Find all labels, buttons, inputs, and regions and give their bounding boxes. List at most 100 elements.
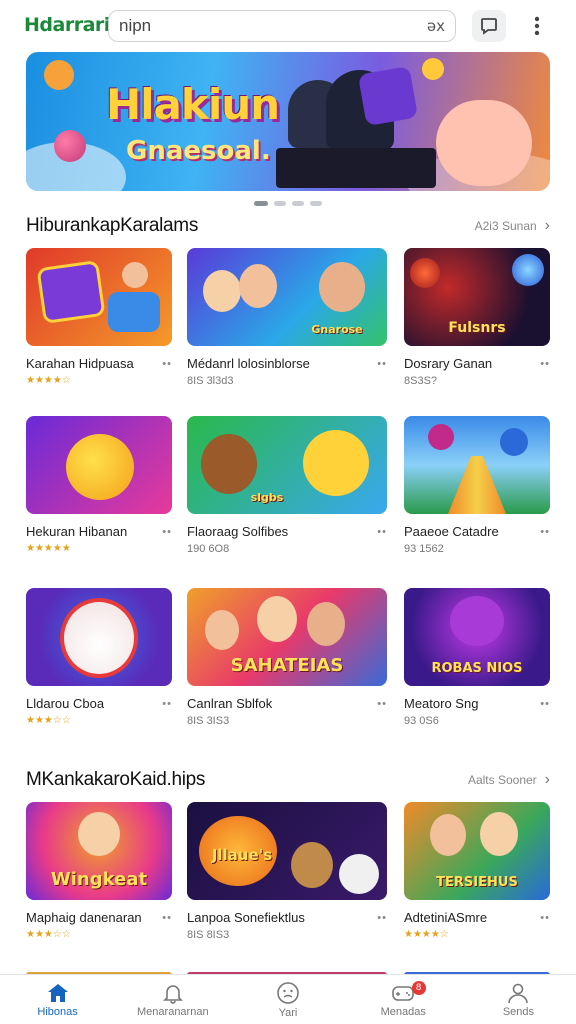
game-card[interactable]: TERSIEHUS AdtetiniASmre •• ★★★★☆ — [404, 802, 550, 940]
search-input[interactable] — [119, 16, 427, 36]
nav-home[interactable]: Hibonas — [0, 975, 115, 1024]
thumb-character — [307, 602, 345, 646]
thumb-character — [430, 814, 466, 856]
thumb-character — [319, 262, 365, 312]
chevron-right-icon: › — [544, 217, 550, 234]
more-icon[interactable]: •• — [162, 526, 172, 538]
more-icon[interactable]: •• — [162, 912, 172, 924]
hero-banner[interactable]: Hlakiun Gnaesoal. — [26, 52, 550, 191]
game-thumbnail[interactable]: Wingkeat — [26, 802, 172, 900]
thumb-orb — [428, 424, 454, 450]
more-options-button[interactable] — [520, 10, 554, 42]
more-icon[interactable]: •• — [540, 698, 550, 710]
more-icon[interactable]: •• — [377, 698, 387, 710]
banner-orb — [44, 60, 74, 90]
more-icon[interactable]: •• — [377, 526, 387, 538]
more-vert-icon — [534, 16, 540, 36]
more-icon[interactable]: •• — [377, 912, 387, 924]
nav-games[interactable]: 8 Menadas — [346, 975, 461, 1024]
game-thumbnail[interactable] — [26, 588, 172, 686]
game-name: Karahan Hidpuasa — [26, 356, 134, 371]
more-icon[interactable]: •• — [540, 526, 550, 538]
game-meta: 190 6O8 — [187, 543, 230, 555]
rating-stars: ★★★☆☆ — [26, 715, 71, 726]
nav-label: Menaranarnan — [137, 1005, 209, 1018]
more-icon[interactable]: •• — [162, 698, 172, 710]
notification-badge: 8 — [411, 981, 426, 995]
game-card[interactable]: Gnarose Médanrl lolosinblorse •• 8IS 3l3… — [187, 248, 387, 387]
game-thumbnail[interactable]: SAHATEIAS — [187, 588, 387, 686]
thumb-art — [108, 292, 160, 332]
rating-stars: ★★★☆☆ — [26, 929, 71, 940]
game-card[interactable]: Wingkeat Maphaig danenaran •• ★★★☆☆ — [26, 802, 172, 940]
thumb-title: Fulsnrs — [448, 320, 506, 336]
more-icon[interactable]: •• — [540, 358, 550, 370]
game-card[interactable]: slgbs Flaoraag Solfibes •• 190 6O8 — [187, 416, 387, 555]
game-name: Médanrl lolosinblorse — [187, 356, 310, 371]
chat-icon — [481, 18, 497, 35]
game-name: AdtetiniASmre — [404, 910, 488, 925]
game-card[interactable]: ROBAS NIOS Meatoro Sng •• 93 0S6 — [404, 588, 550, 727]
game-thumbnail[interactable] — [404, 416, 550, 514]
thumb-title: Wingkeat — [50, 869, 148, 890]
thumb-character — [303, 430, 369, 496]
game-thumbnail[interactable]: ROBAS NIOS — [404, 588, 550, 686]
rating-stars: ★★★★☆ — [26, 375, 71, 386]
game-card[interactable]: SAHATEIAS Canlran Sblfok •• 8IS 3IS3 — [187, 588, 387, 727]
game-meta: 8IS 3IS3 — [187, 715, 230, 727]
thumb-character — [66, 434, 134, 500]
banner-podium — [276, 148, 436, 188]
game-card[interactable]: Paaeoe Catadre •• 93 1562 — [404, 416, 550, 555]
clear-search-button[interactable]: əx — [427, 17, 445, 35]
game-card[interactable]: Fulsnrs Dosrary Ganan •• 8S3S? — [404, 248, 550, 387]
thumb-art — [36, 259, 106, 325]
carousel-indicator — [254, 201, 322, 206]
thumb-character — [201, 434, 257, 494]
thumb-character — [60, 598, 138, 678]
thumb-track — [448, 456, 506, 514]
game-card[interactable]: Karahan Hidpuasa •• ★★★★☆ — [26, 248, 172, 386]
carousel-dot[interactable] — [310, 201, 322, 206]
game-card[interactable]: Hekuran Hibanan •• ★★★★★ — [26, 416, 172, 554]
game-card[interactable]: Jllaue's Lanpoa Sonefiektlus •• 8IS 8IS3 — [187, 802, 387, 941]
section-header: MKankakaroKaid.hips Aalts Sooner › — [26, 766, 550, 794]
face-icon — [277, 981, 299, 1004]
thumb-title: Jllaue's — [211, 846, 273, 864]
banner-pig-character — [436, 100, 532, 186]
thumb-character — [450, 596, 504, 646]
game-thumbnail[interactable]: Jllaue's — [187, 802, 387, 900]
more-icon[interactable]: •• — [540, 912, 550, 924]
game-thumbnail[interactable] — [26, 416, 172, 514]
thumb-title: Gnarose — [311, 323, 363, 336]
see-more-label: Aalts Sooner — [467, 773, 537, 787]
game-card[interactable]: Lldarou Cboa •• ★★★☆☆ — [26, 588, 172, 726]
game-thumbnail[interactable]: Gnarose — [187, 248, 387, 346]
nav-profile[interactable]: Sends — [461, 975, 576, 1024]
see-more-link[interactable]: A2i3 Sunan › — [475, 217, 550, 235]
game-name: Maphaig danenaran — [26, 910, 142, 925]
game-thumbnail[interactable]: slgbs — [187, 416, 387, 514]
see-more-link[interactable]: Aalts Sooner › — [468, 771, 550, 789]
banner-puzzle-tile — [357, 65, 419, 127]
search-bar[interactable]: əx — [108, 10, 456, 42]
chat-button[interactable] — [472, 10, 506, 42]
thumb-character — [480, 812, 518, 856]
more-icon[interactable]: •• — [162, 358, 172, 370]
person-icon — [508, 983, 529, 1003]
thumb-character — [122, 262, 148, 288]
thumb-character — [257, 596, 297, 642]
carousel-dot[interactable] — [292, 201, 304, 206]
see-more-label: A2i3 Sunan — [474, 219, 537, 233]
more-icon[interactable]: •• — [377, 358, 387, 370]
game-name: Flaoraag Solfibes — [187, 524, 289, 539]
game-thumbnail[interactable]: Fulsnrs — [404, 248, 550, 346]
carousel-dot[interactable] — [274, 201, 286, 206]
nav-play[interactable]: Yari — [230, 975, 345, 1024]
game-meta: 8IS 8IS3 — [187, 929, 230, 941]
carousel-dot[interactable] — [254, 201, 268, 206]
app-logo[interactable]: Hdarrari — [24, 14, 110, 36]
nav-notifications[interactable]: Menaranarnan — [115, 975, 230, 1024]
game-thumbnail[interactable]: TERSIEHUS — [404, 802, 550, 900]
nav-label: Sends — [502, 1005, 535, 1018]
game-thumbnail[interactable] — [26, 248, 172, 346]
